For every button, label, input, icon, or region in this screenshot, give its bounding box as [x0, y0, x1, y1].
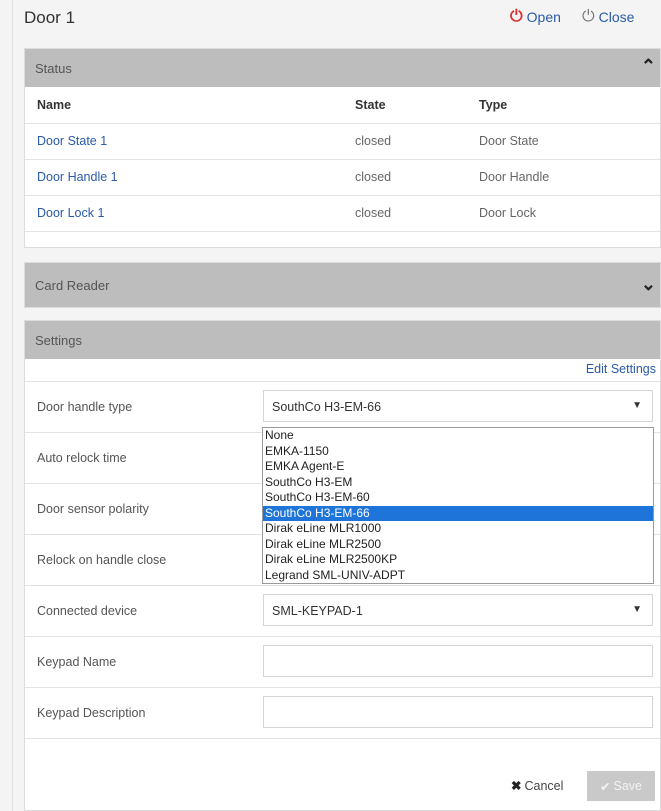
settings-panel-title: Settings [35, 333, 82, 348]
edit-settings-row: Edit Settings [25, 359, 660, 382]
check-icon: ✔ [600, 779, 611, 794]
keypad-description-input[interactable] [263, 696, 653, 728]
row-name-link[interactable]: Door Lock 1 [37, 206, 104, 220]
setting-label: Keypad Description [37, 706, 146, 720]
page-title: Door 1 [24, 8, 76, 27]
page-header: Door 1 ⏻ Open ⏻ Close [24, 0, 661, 36]
setting-label: Door sensor polarity [37, 502, 149, 516]
setting-row-connected-device: Connected device SML-KEYPAD-1 ▼ [25, 586, 660, 637]
row-type: Door Handle [479, 170, 550, 184]
door-page: Door 1 ⏻ Open ⏻ Close Status ⌃ Name Stat… [0, 0, 661, 811]
row-type: Door Lock [479, 206, 536, 220]
dropdown-option[interactable]: Dirak eLine MLR2500KP [263, 552, 653, 568]
status-panel: Status ⌃ Name State Type Door State 1 cl… [24, 48, 661, 248]
setting-row-keypad-name: Keypad Name [25, 637, 660, 688]
power-icon: ⏻ [582, 8, 595, 25]
row-name-link[interactable]: Door Handle 1 [37, 170, 118, 184]
table-row: Door State 1 closed Door State [25, 123, 660, 160]
power-icon: ⏻ [510, 8, 523, 25]
column-header-state: State [355, 98, 386, 112]
column-header-type: Type [479, 98, 508, 112]
open-label: Open [526, 9, 561, 25]
settings-panel-header: Settings [25, 321, 660, 359]
status-panel-title: Status [35, 61, 72, 76]
table-row: Door Handle 1 closed Door Handle [25, 159, 660, 196]
setting-label: Keypad Name [37, 655, 117, 669]
dropdown-option[interactable]: SouthCo H3-EM-60 [263, 490, 653, 506]
setting-label: Auto relock time [37, 451, 127, 465]
close-button[interactable]: ⏻ Close [582, 8, 634, 26]
cancel-label: Cancel [524, 778, 564, 793]
row-type: Door State [479, 134, 539, 148]
save-label: Save [613, 779, 642, 793]
dropdown-option[interactable]: Dirak eLine MLR2500 [263, 537, 653, 553]
cancel-button[interactable]: ✖ Cancel [511, 778, 564, 794]
dropdown-option[interactable]: Dirak eLine MLR1000 [263, 521, 653, 537]
dropdown-option[interactable]: SouthCo H3-EM [263, 475, 653, 491]
chevron-down-icon[interactable]: ⌄ [641, 274, 656, 295]
select-value: SouthCo H3-EM-66 [272, 400, 382, 414]
setting-row-door-handle-type: Door handle type SouthCo H3-EM-66 ▼ [25, 382, 660, 433]
card-reader-title: Card Reader [35, 278, 110, 293]
row-state: closed [355, 170, 392, 184]
door-handle-type-options: None EMKA-1150 EMKA Agent-E SouthCo H3-E… [262, 427, 654, 584]
connected-device-select[interactable]: SML-KEYPAD-1 ▼ [263, 594, 653, 626]
keypad-name-input[interactable] [263, 645, 653, 677]
caret-down-icon: ▼ [632, 604, 642, 615]
row-name-link[interactable]: Door State 1 [37, 134, 107, 148]
setting-label: Door handle type [37, 400, 133, 414]
caret-down-icon: ▼ [632, 400, 642, 411]
save-button[interactable]: ✔ Save [587, 771, 655, 801]
column-header-name: Name [37, 98, 72, 112]
status-panel-header[interactable]: Status ⌃ [25, 49, 660, 87]
close-icon: ✖ [511, 779, 522, 793]
dropdown-option[interactable]: Legrand SML-UNIV-ADPT [263, 568, 653, 584]
setting-row-keypad-description: Keypad Description [25, 688, 660, 739]
dropdown-option[interactable]: None [263, 428, 653, 444]
setting-label: Relock on handle close [37, 553, 167, 567]
edit-settings-link[interactable]: Edit Settings [586, 362, 656, 376]
dropdown-option[interactable]: EMKA-1150 [263, 444, 653, 460]
table-row: Door Lock 1 closed Door Lock [25, 195, 660, 232]
chevron-up-icon[interactable]: ⌃ [641, 56, 656, 77]
dropdown-option-selected[interactable]: SouthCo H3-EM-66 [263, 505, 653, 521]
dropdown-option[interactable]: EMKA Agent-E [263, 459, 653, 475]
close-label: Close [598, 9, 635, 25]
left-border [12, 0, 13, 811]
open-button[interactable]: ⏻ Open [510, 8, 561, 26]
select-value: SML-KEYPAD-1 [272, 604, 363, 618]
setting-label: Connected device [37, 604, 138, 618]
card-reader-panel: Card Reader ⌄ [24, 262, 661, 308]
table-header-row: Name State Type [25, 87, 660, 124]
door-handle-type-select[interactable]: SouthCo H3-EM-66 ▼ [263, 390, 653, 422]
card-reader-panel-header[interactable]: Card Reader ⌄ [25, 263, 660, 307]
row-state: closed [355, 206, 392, 220]
settings-footer: ✖ Cancel ✔ Save [25, 762, 660, 810]
row-state: closed [355, 134, 392, 148]
